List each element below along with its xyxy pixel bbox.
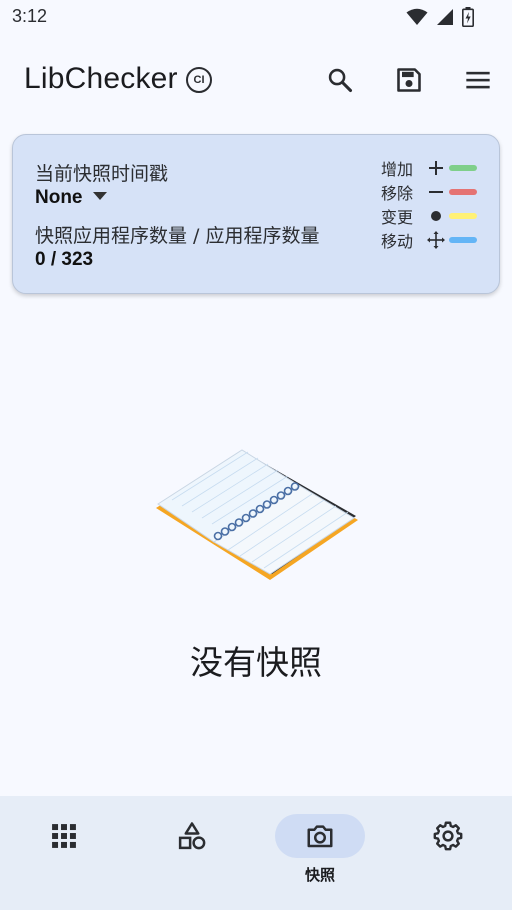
legend-color-changed: [449, 213, 477, 219]
nav-statistics[interactable]: [142, 814, 242, 886]
plus-icon: [425, 157, 447, 179]
legend-added: 增加: [381, 157, 477, 179]
app-bar: LibChecker CI: [0, 48, 512, 112]
save-button[interactable]: [391, 62, 427, 98]
legend-removed: 移除: [381, 181, 477, 203]
nav-settings[interactable]: [398, 814, 498, 886]
menu-icon: [466, 71, 490, 89]
legend-moved: 移动: [381, 229, 477, 251]
legend-color-removed: [449, 189, 477, 195]
snapshot-info-card[interactable]: 当前快照时间戳 None 快照应用程序数量 / 应用程序数量 0 / 323 增…: [12, 134, 500, 294]
legend-changed: 变更: [381, 205, 477, 227]
menu-button[interactable]: [460, 62, 496, 98]
signal-icon: [437, 9, 453, 25]
count-label: 快照应用程序数量 / 应用程序数量: [35, 225, 320, 247]
app-title: LibChecker: [24, 62, 178, 95]
gear-icon: [433, 821, 463, 851]
legend-label: 增加: [381, 160, 414, 179]
shapes-icon: [178, 822, 206, 850]
dropdown-arrow-icon[interactable]: [93, 192, 107, 200]
apps-grid-icon: [52, 824, 76, 848]
nav-apps[interactable]: [14, 814, 114, 886]
battery-icon: [462, 7, 474, 27]
search-button[interactable]: [322, 62, 358, 98]
legend-label: 移动: [381, 232, 414, 251]
nav-label-snapshot[interactable]: 快照: [270, 864, 370, 885]
legend-color-moved: [449, 237, 477, 243]
status-icons: [406, 7, 474, 27]
nav-icon-container[interactable]: [147, 814, 237, 858]
wifi-icon: [406, 8, 428, 25]
legend-color-added: [449, 165, 477, 171]
count-value: 0 / 323: [35, 249, 94, 270]
nav-icon-container[interactable]: [19, 814, 109, 858]
empty-state-message: 没有快照: [190, 643, 322, 682]
legend-label: 变更: [381, 208, 414, 227]
status-bar: 3:12: [0, 0, 512, 36]
bottom-navigation: 快照: [0, 796, 512, 910]
camera-icon: [307, 825, 333, 848]
nav-icon-container[interactable]: [403, 814, 493, 858]
dot-icon: [425, 205, 447, 227]
timestamp-dropdown[interactable]: None: [35, 187, 83, 209]
nav-snapshot[interactable]: 快照: [270, 814, 370, 886]
move-arrows-icon: [425, 229, 447, 251]
ci-badge: CI: [186, 67, 212, 93]
legend-label: 移除: [381, 184, 414, 203]
notebook-illustration: [156, 449, 358, 580]
status-time: 3:12: [12, 6, 48, 26]
minus-icon: [425, 181, 447, 203]
nav-active-indicator[interactable]: [275, 814, 365, 858]
search-icon: [328, 68, 353, 93]
save-icon: [397, 68, 421, 92]
timestamp-label: 当前快照时间戳: [35, 163, 169, 185]
